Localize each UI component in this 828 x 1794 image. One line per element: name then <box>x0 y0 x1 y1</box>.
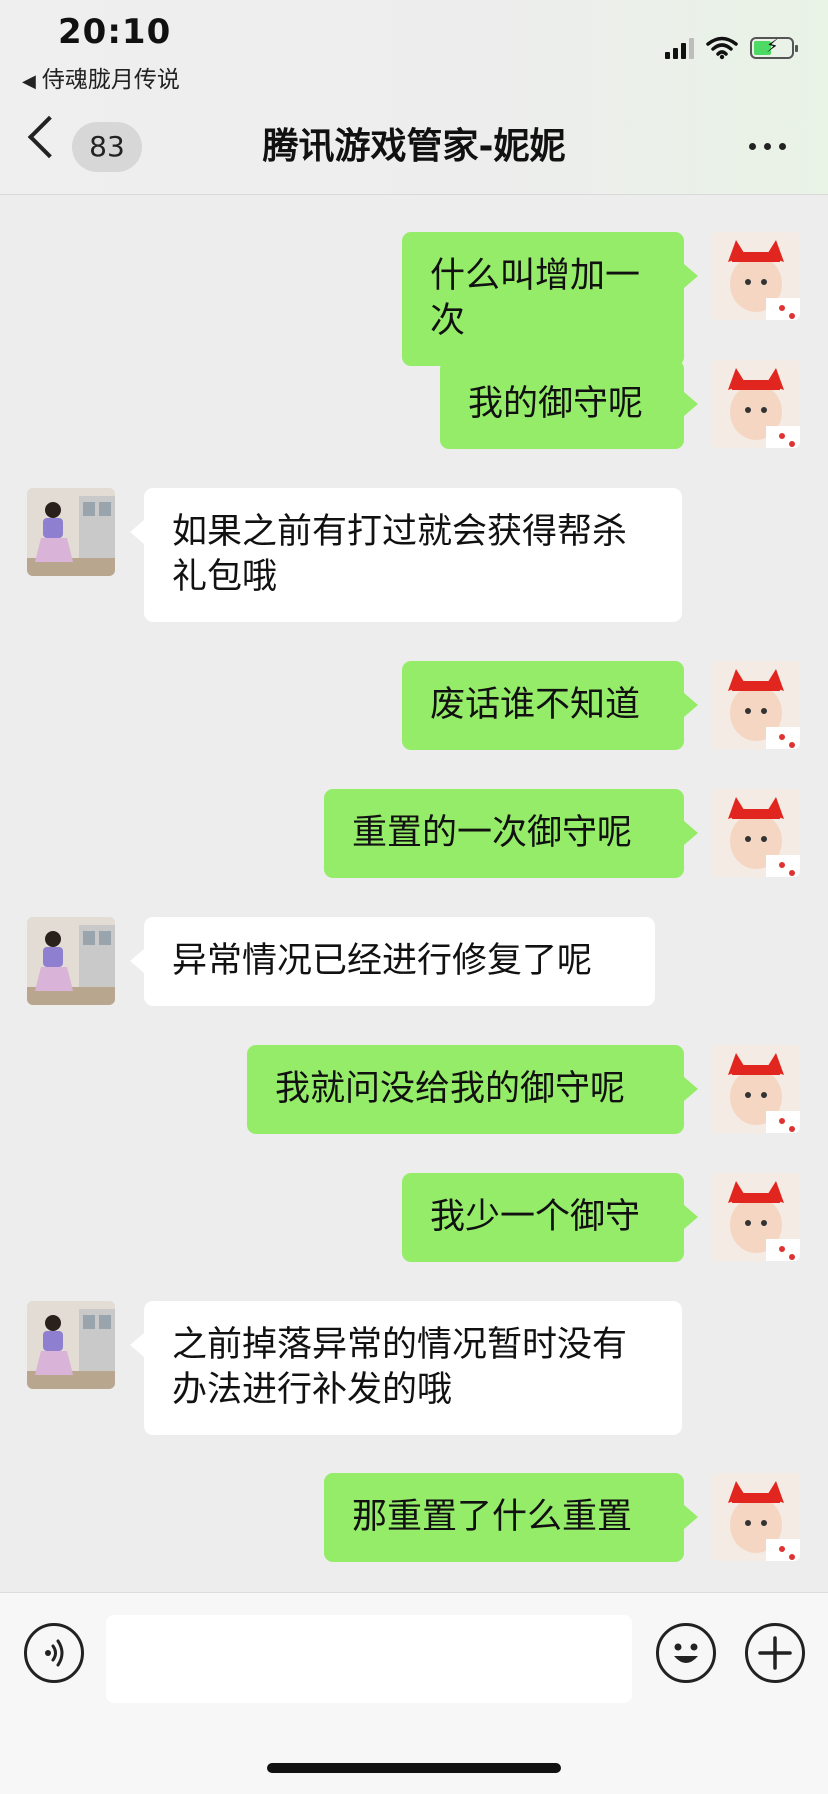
back-app-label: 侍魂胧月传说 <box>41 67 180 93</box>
back-triangle-icon: ◀ <box>22 71 36 92</box>
message-list: 什么叫增加一次 我的御守呢 如果之前有打过就会获得帮杀礼包哦 废话谁不知道 重置… <box>0 195 828 1592</box>
status-icons: ⚡ <box>665 36 798 60</box>
my-avatar[interactable] <box>712 1473 800 1561</box>
wifi-icon <box>706 36 738 60</box>
my-avatar[interactable] <box>712 789 800 877</box>
contact-avatar[interactable] <box>27 917 115 1005</box>
contact-avatar[interactable] <box>27 488 115 576</box>
chat-title: 腾讯游戏管家-妮妮 <box>262 126 566 167</box>
plus-icon[interactable] <box>745 1623 805 1683</box>
my-avatar[interactable] <box>712 232 800 320</box>
my-avatar[interactable] <box>712 1045 800 1133</box>
incoming-message-bubble[interactable]: 之前掉落异常的情况暂时没有办法进行补发的哦 <box>130 1301 682 1435</box>
home-indicator[interactable] <box>267 1763 561 1773</box>
outgoing-message-bubble[interactable]: 我少一个御守 <box>402 1173 698 1262</box>
message-input[interactable] <box>106 1615 632 1703</box>
voice-icon[interactable] <box>24 1623 84 1683</box>
outgoing-message-bubble[interactable]: 重置的一次御守呢 <box>324 789 698 878</box>
outgoing-message-bubble[interactable]: 那重置了什么重置 <box>324 1473 698 1562</box>
emoji-icon[interactable] <box>656 1623 716 1683</box>
status-time: 20:10 <box>58 12 172 52</box>
my-avatar[interactable] <box>712 661 800 749</box>
incoming-message-bubble[interactable]: 如果之前有打过就会获得帮杀礼包哦 <box>130 488 682 622</box>
back-to-app-link[interactable]: ◀ 侍魂胧月传说 <box>22 60 180 94</box>
outgoing-message-bubble[interactable]: 我就问没给我的御守呢 <box>247 1045 698 1134</box>
cellular-signal-icon <box>665 37 694 59</box>
incoming-message-bubble[interactable]: 异常情况已经进行修复了呢 <box>130 917 655 1006</box>
outgoing-message-bubble[interactable]: 什么叫增加一次 <box>402 232 698 366</box>
outgoing-message-bubble[interactable]: 废话谁不知道 <box>402 661 698 750</box>
top-bar: 20:10 ◀ 侍魂胧月传说 ⚡ 83 腾讯游戏管家-妮妮 <box>0 0 828 195</box>
battery-charging-icon: ⚡ <box>750 36 798 59</box>
input-bar <box>0 1592 828 1794</box>
more-icon[interactable] <box>749 143 786 150</box>
outgoing-message-bubble[interactable]: 我的御守呢 <box>440 360 698 449</box>
contact-avatar[interactable] <box>27 1301 115 1389</box>
my-avatar[interactable] <box>712 1173 800 1261</box>
my-avatar[interactable] <box>712 360 800 448</box>
